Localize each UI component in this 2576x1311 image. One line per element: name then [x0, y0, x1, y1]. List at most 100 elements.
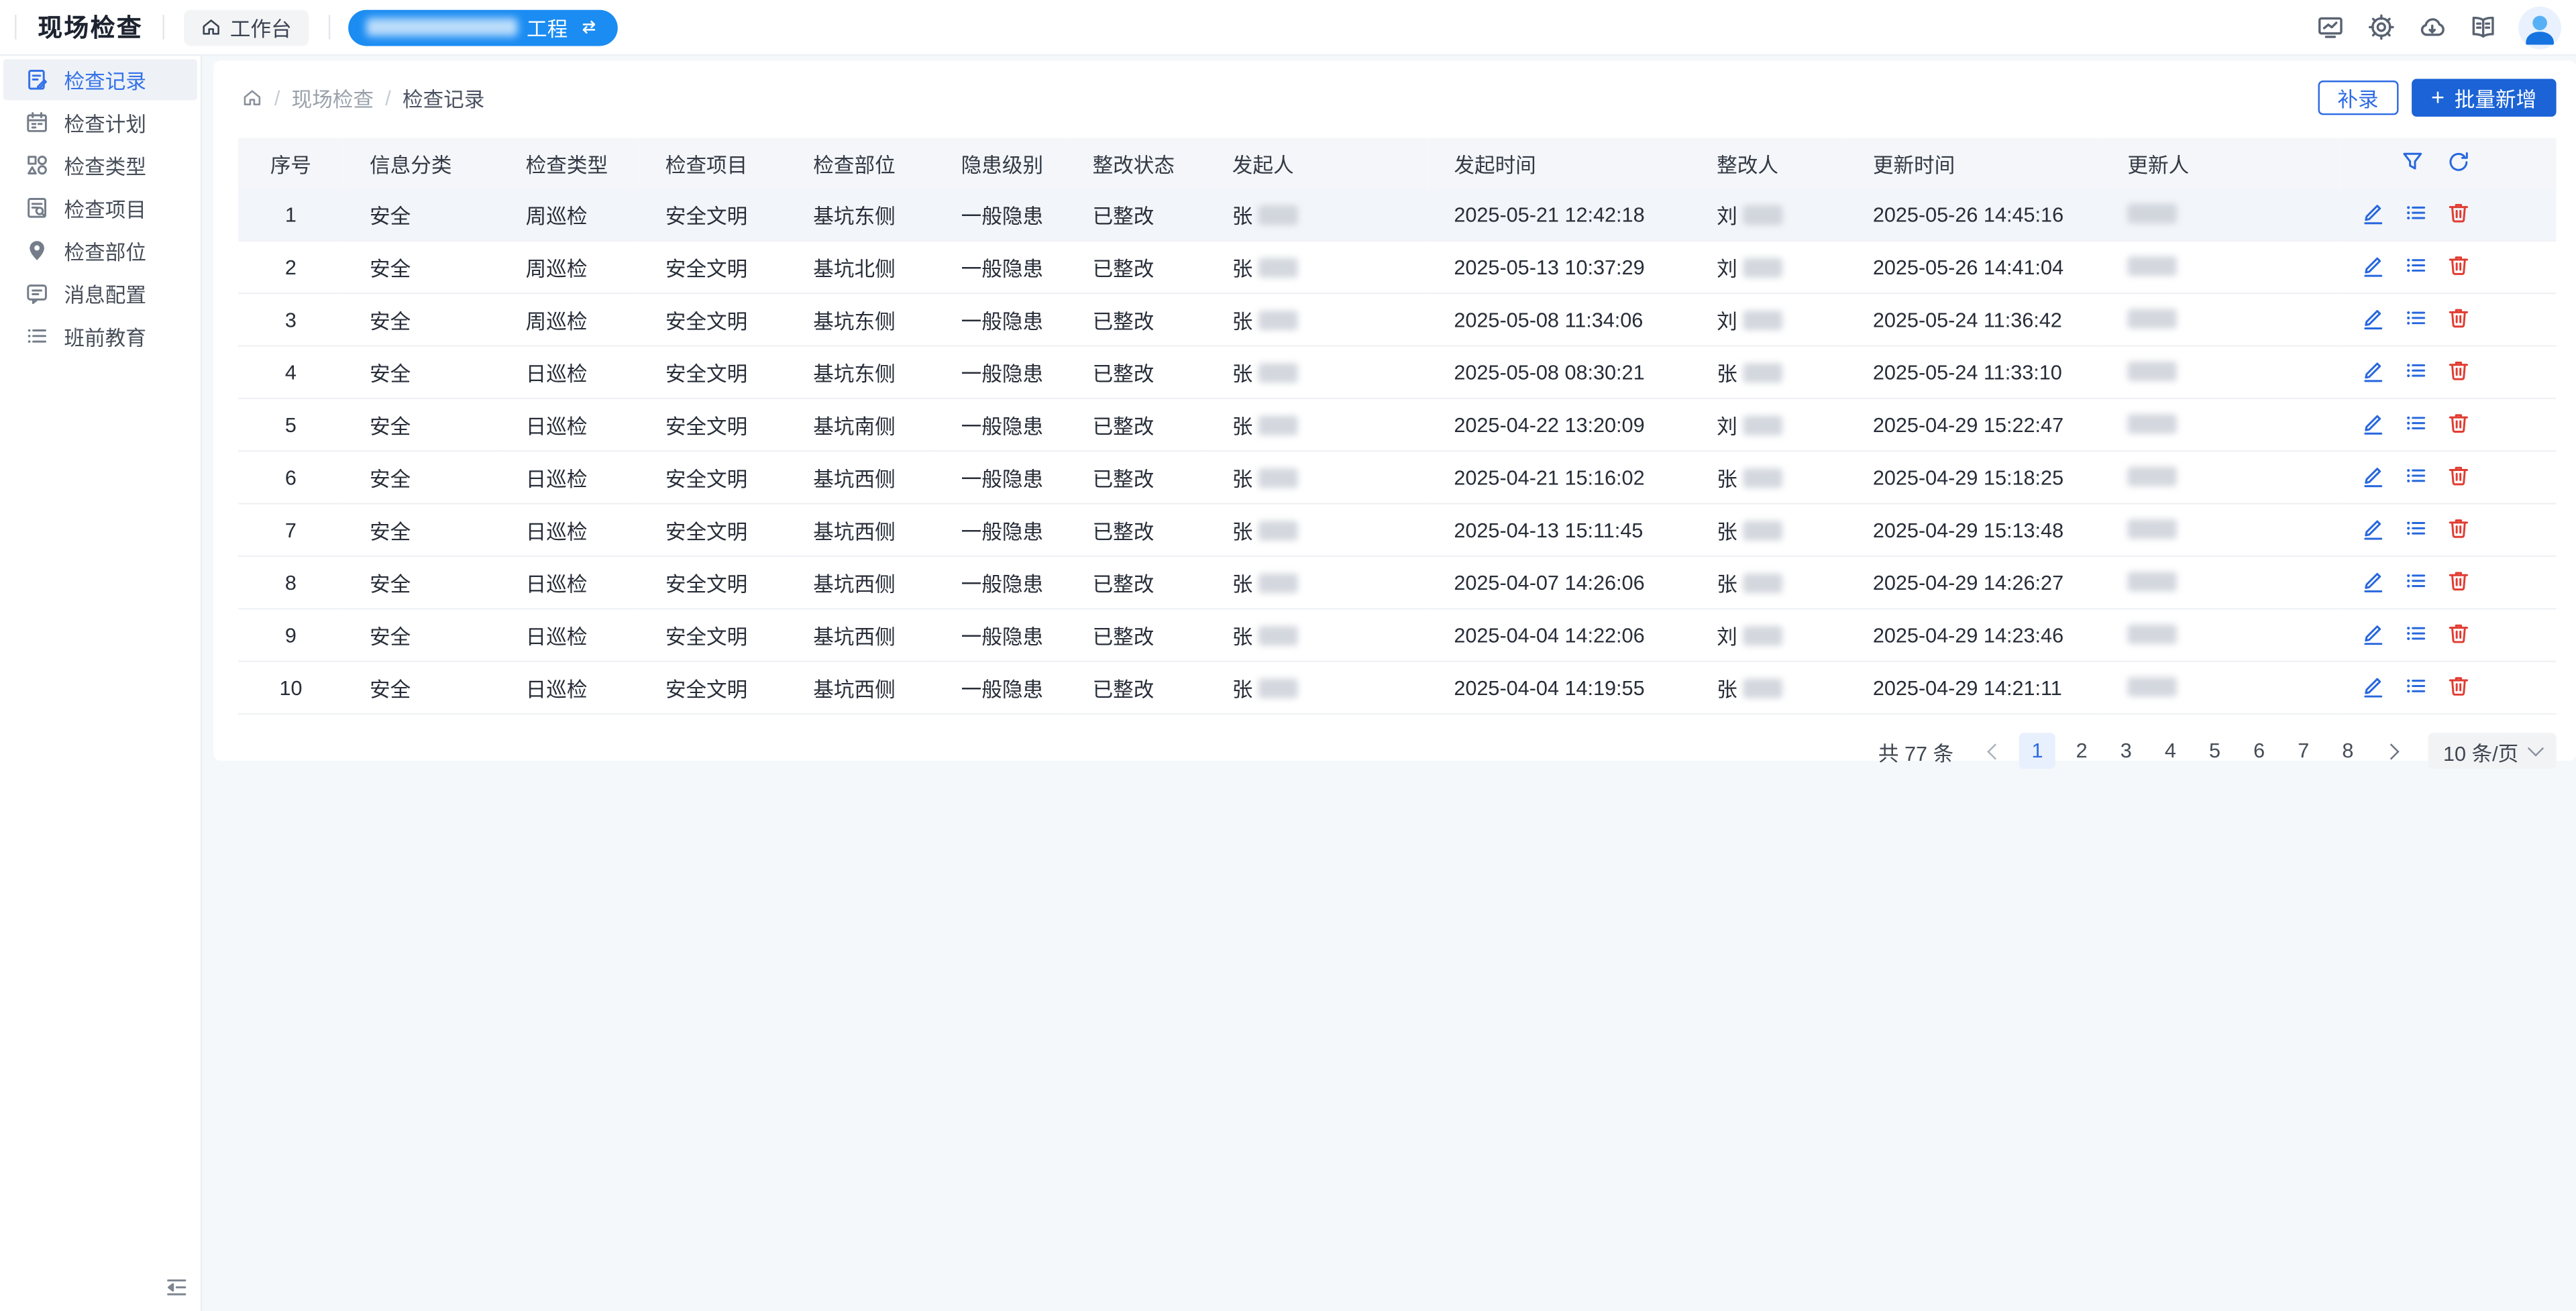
page-button-7[interactable]: 7	[2286, 733, 2322, 769]
records-table: 序号信息分类检查类型检查项目检查部位隐患级别整改状态发起人发起时间整改人更新时间…	[238, 138, 2557, 715]
rectifier-name: 张	[1717, 468, 1737, 491]
cell-check-item: 安全文明	[639, 293, 787, 346]
cell-initiated-time: 2025-04-22 13:20:09	[1428, 399, 1690, 451]
page-button-8[interactable]: 8	[2330, 733, 2366, 769]
page-button-5[interactable]: 5	[2197, 733, 2233, 769]
delete-button[interactable]	[2447, 410, 2471, 439]
sidebar-item-message[interactable]: 消息配置	[3, 273, 197, 314]
detail-button[interactable]	[2404, 462, 2428, 492]
next-page-button[interactable]	[2374, 733, 2410, 769]
cell-rectify-status: 已整改	[1066, 451, 1205, 503]
detail-button[interactable]	[2404, 673, 2428, 702]
breadcrumb-item[interactable]: 现场检查	[292, 82, 374, 113]
edit-button[interactable]	[2361, 358, 2385, 387]
edit-button[interactable]	[2361, 200, 2385, 229]
redacted-text	[2127, 308, 2176, 327]
edit-button[interactable]	[2361, 410, 2385, 439]
delete-button[interactable]	[2447, 462, 2471, 492]
home-icon[interactable]	[241, 87, 263, 109]
edit-button[interactable]	[2361, 515, 2385, 545]
workbench-button[interactable]: 工作台	[184, 9, 308, 45]
settings-button[interactable]	[2367, 13, 2396, 42]
pagination: 共 77 条 12345678 10 条/页	[213, 733, 2556, 769]
detail-button[interactable]	[2404, 358, 2428, 387]
edit-button[interactable]	[2361, 568, 2385, 597]
cell-index: 5	[238, 399, 343, 451]
edit-button[interactable]	[2361, 462, 2385, 492]
cell-hazard-level: 一般隐患	[934, 293, 1066, 346]
cell-updater	[2101, 609, 2341, 661]
batch-add-button[interactable]: + 批量新增	[2412, 79, 2557, 117]
column-header: 更新人	[2101, 138, 2341, 189]
chevron-down-icon	[2528, 739, 2544, 755]
delete-button[interactable]	[2447, 252, 2471, 282]
cell-initiator: 张	[1206, 399, 1428, 451]
edit-button[interactable]	[2361, 305, 2385, 334]
delete-button[interactable]	[2447, 620, 2471, 649]
cell-initiated-time: 2025-05-08 08:30:21	[1428, 346, 1690, 399]
sidebar-item-calendar[interactable]: 检查计划	[3, 102, 197, 143]
sidebar-item-label: 消息配置	[64, 278, 146, 309]
swap-icon	[578, 16, 599, 38]
delete-button[interactable]	[2447, 568, 2471, 597]
rectifier-name: 刘	[1717, 258, 1737, 280]
page-button-6[interactable]: 6	[2241, 733, 2277, 769]
user-avatar[interactable]	[2518, 6, 2561, 49]
prev-page-button[interactable]	[1975, 733, 2011, 769]
filter-button[interactable]	[2400, 149, 2425, 178]
row-actions	[2367, 568, 2543, 597]
detail-button[interactable]	[2404, 568, 2428, 597]
delete-button[interactable]	[2447, 515, 2471, 545]
sidebar-item-listicon[interactable]: 班前教育	[3, 315, 197, 356]
delete-icon	[2447, 252, 2471, 277]
cell-check-item: 安全文明	[639, 609, 787, 661]
sidebar-item-shapes[interactable]: 检查类型	[3, 145, 197, 186]
cell-check-part: 基坑西侧	[787, 556, 934, 609]
detail-button[interactable]	[2404, 515, 2428, 545]
column-header: 发起人	[1206, 138, 1428, 189]
refresh-button[interactable]	[2447, 149, 2471, 178]
monitor-button[interactable]	[2316, 13, 2345, 42]
detail-button[interactable]	[2404, 410, 2428, 439]
cell-rectifier: 刘	[1690, 399, 1847, 451]
page-size-select[interactable]: 10 条/页	[2428, 733, 2557, 769]
detail-button[interactable]	[2404, 305, 2428, 334]
cell-updater	[2101, 189, 2341, 241]
sidebar-item-location[interactable]: 检查部位	[3, 230, 197, 271]
page-button-3[interactable]: 3	[2108, 733, 2144, 769]
detail-button[interactable]	[2404, 200, 2428, 229]
cell-index: 3	[238, 293, 343, 346]
edit-button[interactable]	[2361, 252, 2385, 282]
page-button-1[interactable]: 1	[2019, 733, 2055, 769]
cell-updater	[2101, 346, 2341, 399]
row-actions	[2367, 200, 2543, 229]
delete-button[interactable]	[2447, 200, 2471, 229]
cell-check-part: 基坑西侧	[787, 451, 934, 503]
delete-button[interactable]	[2447, 673, 2471, 702]
page-button-4[interactable]: 4	[2153, 733, 2189, 769]
cloud-download-button[interactable]	[2418, 13, 2447, 42]
cell-index: 9	[238, 609, 343, 661]
sidebar-collapse-icon[interactable]	[164, 1275, 189, 1300]
project-switcher[interactable]: 工程	[347, 9, 617, 45]
sidebar-item-record[interactable]: 检查记录	[3, 59, 197, 100]
cell-index: 1	[238, 189, 343, 241]
delete-button[interactable]	[2447, 305, 2471, 334]
initiator-name: 张	[1232, 363, 1253, 386]
batch-add-label: 批量新增	[2455, 82, 2536, 113]
delete-button[interactable]	[2447, 358, 2471, 387]
page-button-2[interactable]: 2	[2063, 733, 2100, 769]
cell-initiator: 张	[1206, 504, 1428, 556]
sidebar-item-docsearch[interactable]: 检查项目	[3, 187, 197, 228]
edit-button[interactable]	[2361, 620, 2385, 649]
cell-index: 10	[238, 662, 343, 714]
handbook-button[interactable]	[2469, 13, 2498, 42]
edit-button[interactable]	[2361, 673, 2385, 702]
cell-updated-time: 2025-04-29 15:18:25	[1847, 451, 2102, 503]
detail-button[interactable]	[2404, 620, 2428, 649]
detail-button[interactable]	[2404, 252, 2428, 282]
cell-check-item: 安全文明	[639, 346, 787, 399]
rectifier-name: 张	[1717, 363, 1737, 386]
supplement-button[interactable]: 补录	[2318, 81, 2398, 115]
table-header-row: 序号信息分类检查类型检查项目检查部位隐患级别整改状态发起人发起时间整改人更新时间…	[238, 138, 2557, 189]
